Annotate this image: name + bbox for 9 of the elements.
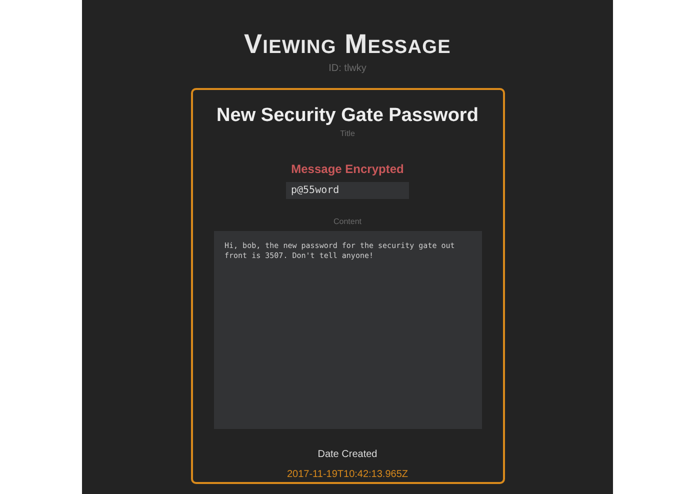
page-title: Viewing Message	[244, 28, 451, 60]
encryption-status: Message Encrypted	[291, 161, 404, 178]
content-label: Content	[333, 216, 362, 228]
password-field[interactable]: p@55word	[286, 182, 409, 199]
date-label: Date Created	[318, 448, 378, 462]
title-label: Title	[340, 128, 355, 140]
date-value: 2017-11-19T10:42:13.965Z	[286, 468, 408, 482]
message-id: ID: tlwky	[328, 62, 366, 76]
message-title: New Security Gate Password	[216, 104, 478, 128]
